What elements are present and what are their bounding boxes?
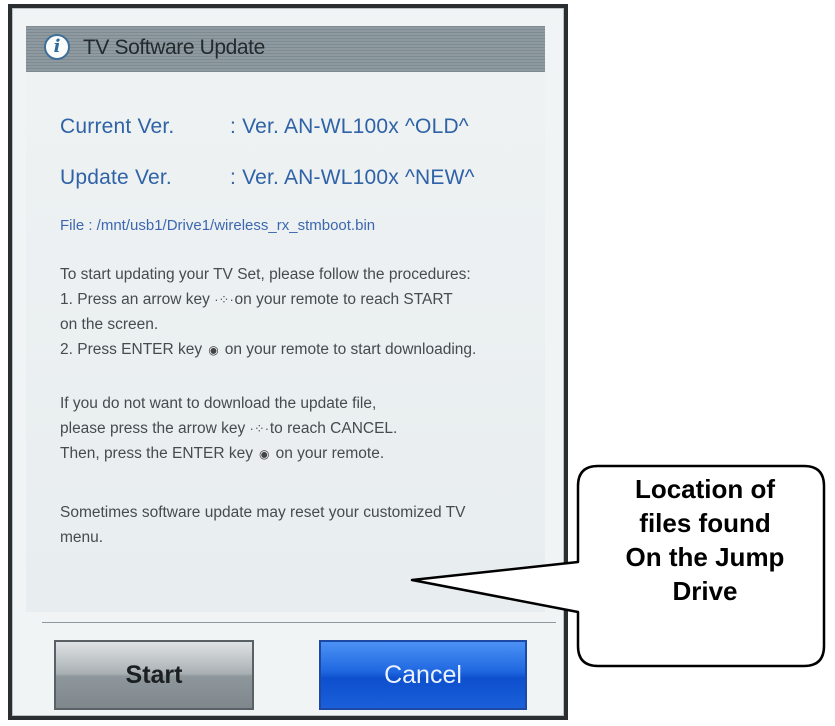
callout-text: Location of files found On the Jump Driv… <box>625 474 785 606</box>
callout-bubble <box>410 464 826 668</box>
